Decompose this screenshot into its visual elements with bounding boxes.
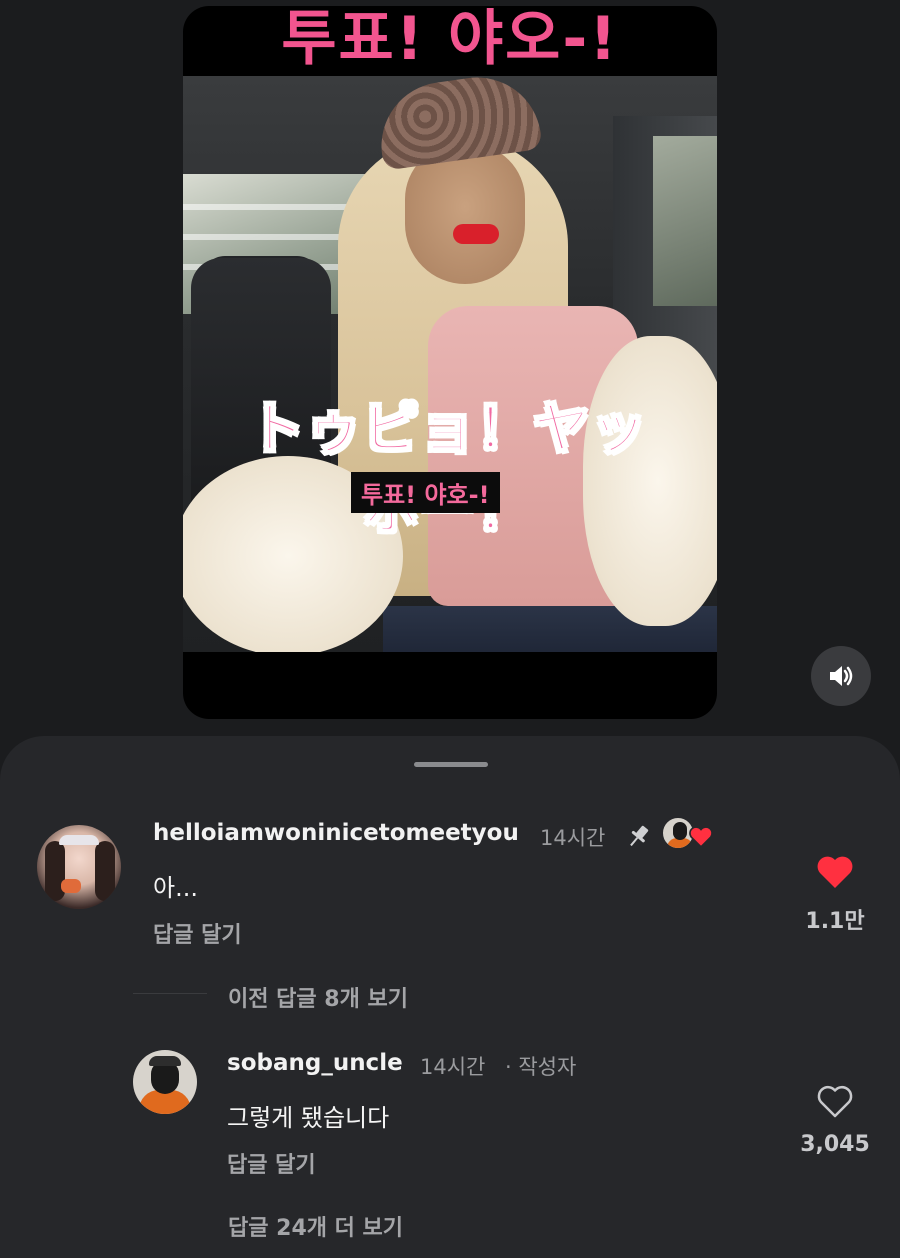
reply-button[interactable]: 답글 달기	[153, 917, 242, 949]
like-count: 3,045	[800, 1132, 870, 1157]
comment-time: 14시간	[540, 826, 606, 850]
korean-subtitle: 투표! 야호-!	[351, 472, 500, 513]
car-door-window	[653, 136, 717, 306]
author-badge: · 작성자	[505, 1055, 577, 1079]
person-lips	[453, 224, 499, 244]
avatar[interactable]	[133, 1050, 197, 1114]
reply-button[interactable]: 답글 달기	[227, 1147, 316, 1179]
comment-text: 그렇게 됐습니다	[227, 1104, 390, 1132]
speaker-on-icon	[830, 666, 853, 686]
sheet-drag-handle[interactable]	[414, 762, 488, 767]
reel-banner-text: 투표! 야오-!	[281, 6, 619, 74]
reel-comments-screen: 투표! 야오-! トゥピョ！ヤッホー！	[0, 0, 900, 1258]
view-more-replies-button[interactable]: 답글 24개 더 보기	[228, 1210, 403, 1242]
comment-text: 아...	[153, 874, 198, 902]
comment-username[interactable]: helloiamwoninicetomeetyou	[153, 820, 519, 846]
comment-time: 14시간	[420, 1055, 486, 1079]
like-count: 1.1만	[805, 909, 865, 934]
video-frame: トゥピョ！ヤッホー！ 투표! 야호-!	[183, 76, 717, 652]
thread-line	[133, 993, 207, 994]
view-previous-replies-button[interactable]: 이전 답글 8개 보기	[228, 981, 408, 1013]
comments-sheet: helloiamwoninicetomeetyou 14시간 아... 답글 달…	[0, 736, 900, 1258]
video-area: 투표! 야오-! トゥピョ！ヤッホー！	[0, 0, 900, 740]
creator-liked-heart-icon	[689, 826, 713, 848]
comment-username[interactable]: sobang_uncle	[227, 1050, 403, 1076]
heart-outline-icon[interactable]	[815, 1083, 855, 1119]
japanese-caption: トゥピョ！ヤッホー！	[248, 396, 648, 544]
reel-video[interactable]: 투표! 야오-! トゥピョ！ヤッホー！	[183, 6, 717, 719]
pin-icon	[630, 825, 649, 847]
avatar[interactable]	[37, 825, 121, 909]
heart-filled-icon[interactable]	[815, 854, 855, 890]
sound-toggle-button[interactable]	[811, 646, 871, 706]
